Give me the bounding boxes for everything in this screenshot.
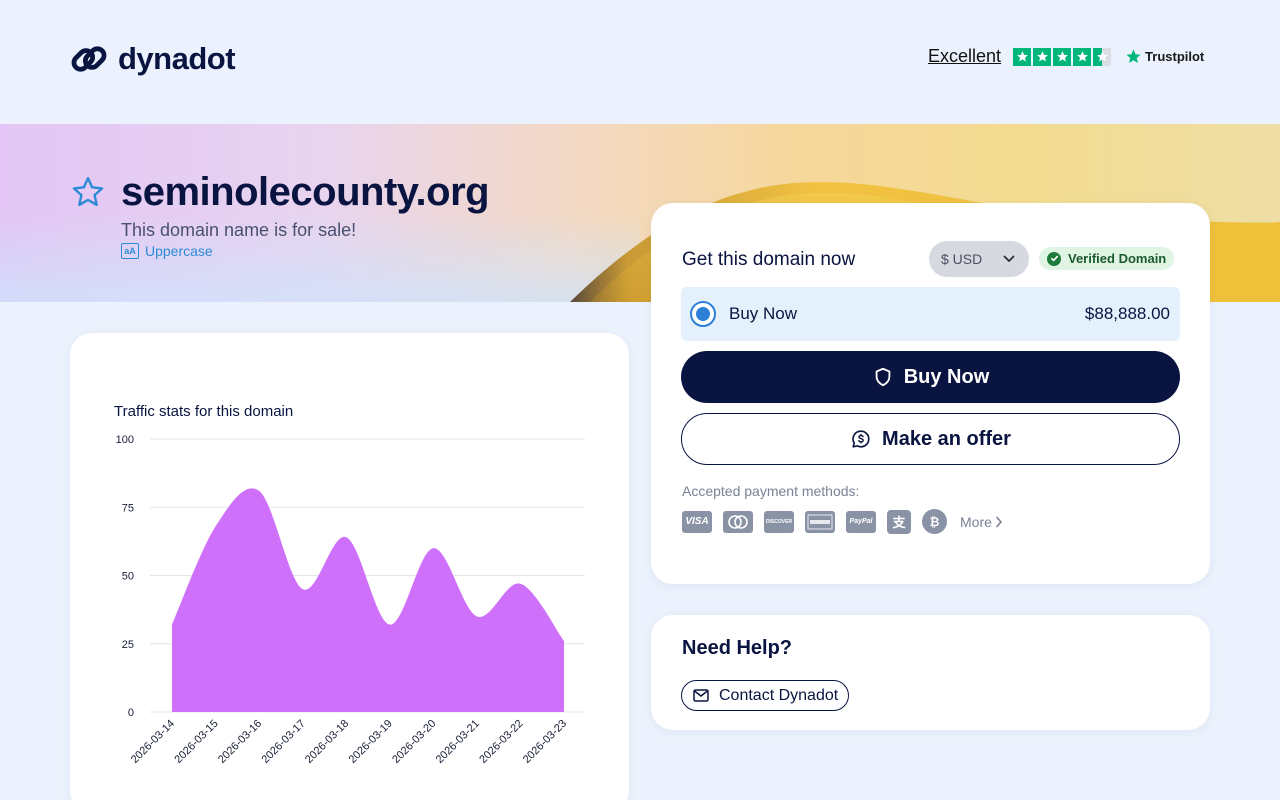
y-tick-label: 100 — [116, 434, 134, 446]
mastercard-icon — [723, 510, 753, 533]
more-label: More — [960, 513, 992, 530]
alipay-icon: 支 — [887, 509, 911, 534]
buy-now-button[interactable]: Buy Now — [681, 351, 1180, 403]
dynadot-logo[interactable]: dynadot — [70, 40, 236, 78]
x-tick-label: 2026-03-17 — [260, 718, 308, 766]
payment-methods: VISA DISCOVER PayPal 支 ₿ More — [682, 509, 1003, 534]
rating-stars — [1013, 47, 1112, 66]
trustpilot-label: Trustpilot — [1145, 49, 1205, 64]
y-tick-label: 0 — [128, 707, 134, 719]
shield-icon — [875, 367, 891, 387]
currency-select[interactable]: $ USD — [929, 241, 1029, 277]
make-offer-button[interactable]: Make an offer — [681, 413, 1180, 465]
chat-dollar-icon — [852, 430, 870, 448]
x-tick-label: 2026-03-14 — [129, 718, 177, 766]
check-icon — [1047, 251, 1061, 266]
chain-link-icon — [71, 46, 107, 72]
trustpilot-star-icon — [1126, 49, 1141, 64]
site-header: dynadot Excellent Trustpilot — [0, 0, 1280, 124]
traffic-chart: 0 25 50 75 100 2026-03-142026-03-152026-03-16… — [116, 434, 585, 766]
purchase-card: Get this domain now $ USD Verified Domai… — [651, 203, 1210, 584]
purchase-title: Get this domain now — [682, 249, 856, 270]
discover-icon: DISCOVER — [764, 510, 794, 533]
half-star-icon — [1093, 47, 1112, 66]
visa-icon: VISA — [682, 510, 712, 533]
option-label: Buy Now — [729, 304, 798, 323]
y-tick-label: 25 — [122, 639, 134, 651]
star-icon — [1073, 47, 1092, 66]
x-tick-label: 2026-03-20 — [390, 718, 438, 766]
uppercase-toggle[interactable]: aA Uppercase — [121, 243, 213, 259]
contact-label: Contact Dynadot — [719, 686, 839, 704]
buy-now-radio[interactable] — [690, 301, 716, 327]
help-title: Need Help? — [682, 637, 793, 659]
help-card: Need Help? Contact Dynadot — [651, 615, 1210, 730]
make-offer-label: Make an offer — [882, 427, 1011, 450]
domain-name: seminolecounty.org — [121, 170, 490, 214]
case-icon: aA — [121, 243, 139, 259]
bitcoin-icon: ₿ — [922, 509, 947, 534]
rating-label[interactable]: Excellent — [928, 46, 1001, 67]
payment-methods-label: Accepted payment methods: — [682, 483, 860, 499]
y-tick-label: 50 — [122, 571, 134, 583]
x-tick-label: 2026-03-23 — [521, 718, 569, 766]
star-icon — [1033, 47, 1052, 66]
star-icon — [1013, 47, 1032, 66]
mail-icon — [693, 689, 709, 702]
x-tick-label: 2026-03-19 — [347, 718, 395, 766]
x-tick-label: 2026-03-15 — [172, 718, 220, 766]
chevron-down-icon — [1003, 255, 1015, 262]
trustpilot-logo[interactable]: Trustpilot — [1125, 48, 1204, 65]
paypal-icon: PayPal — [846, 510, 876, 533]
contact-dynadot-button[interactable]: Contact Dynadot — [681, 680, 850, 711]
uppercase-label: Uppercase — [145, 243, 213, 259]
favorite-star-icon[interactable] — [70, 174, 106, 210]
verified-badge: Verified Domain — [1039, 247, 1175, 270]
more-payments-link[interactable]: More — [960, 514, 1003, 530]
buy-now-label: Buy Now — [903, 365, 990, 388]
traffic-area — [172, 488, 564, 712]
currency-value: $ USD — [941, 251, 983, 267]
for-sale-subtitle: This domain name is for sale! — [121, 220, 357, 240]
chevron-right-icon — [996, 516, 1002, 527]
x-tick-label: 2026-03-21 — [434, 718, 482, 766]
x-tick-label: 2026-03-22 — [477, 718, 525, 766]
buy-now-option[interactable]: Buy Now $88,888.00 — [681, 287, 1180, 341]
option-price: $88,888.00 — [1084, 304, 1170, 323]
star-icon — [1053, 47, 1072, 66]
y-tick-label: 75 — [122, 502, 134, 514]
trustpilot-rating: Excellent Trustpilot — [928, 46, 1204, 67]
verified-label: Verified Domain — [1068, 251, 1167, 266]
x-tick-label: 2026-03-18 — [303, 718, 351, 766]
traffic-stats-card: Traffic stats for this domain 0 25 50 75 100… — [70, 333, 629, 800]
x-tick-label: 2026-03-16 — [216, 718, 264, 766]
brand-name: dynadot — [118, 41, 236, 76]
amex-icon — [805, 510, 835, 533]
